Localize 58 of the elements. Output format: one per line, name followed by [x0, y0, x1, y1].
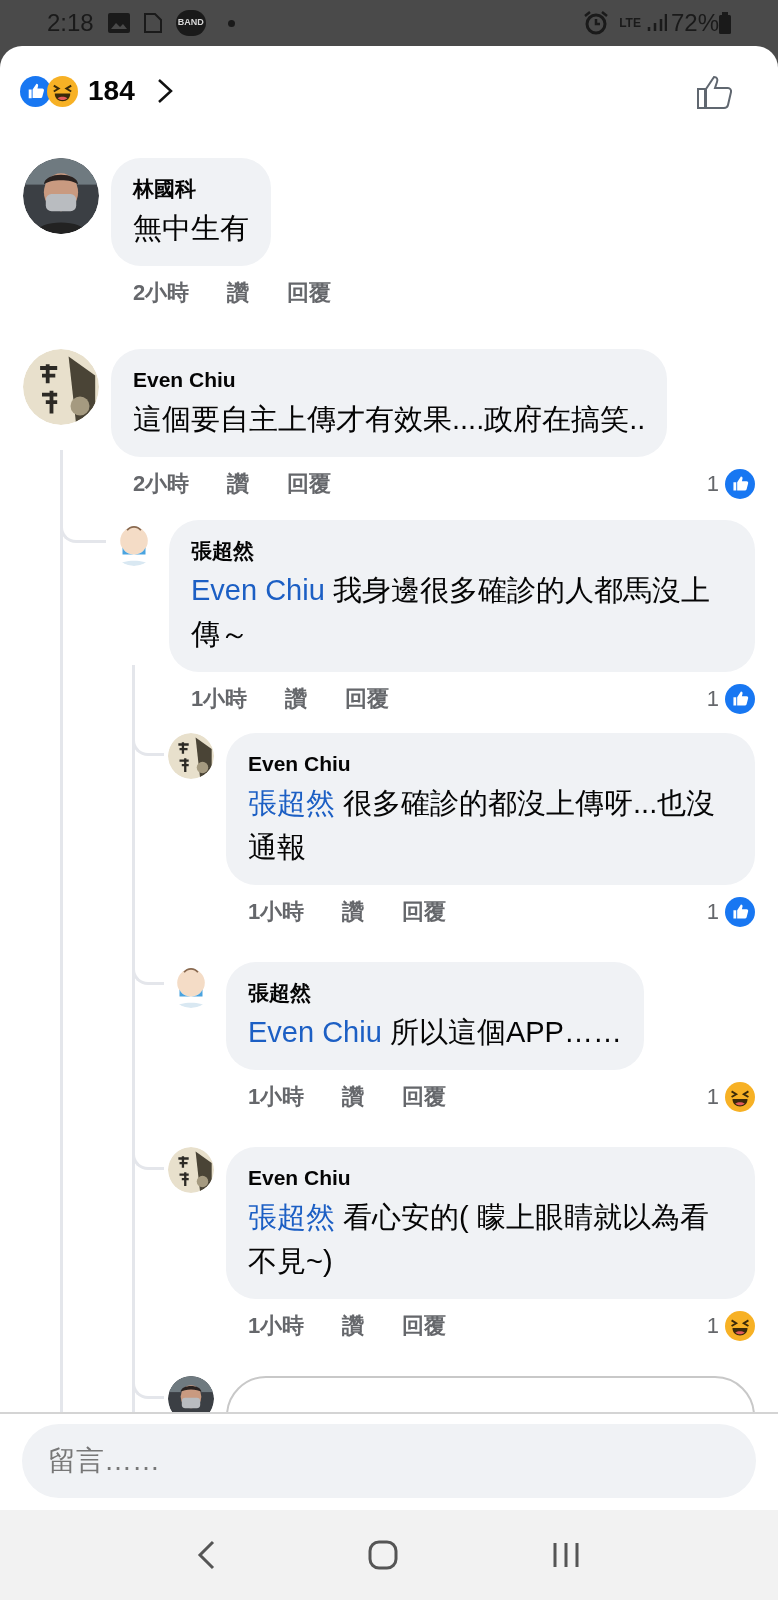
comment-text: 張超然 很多確診的都沒上傳呀...也沒通報	[248, 786, 717, 865]
laughing-icon	[47, 75, 78, 107]
reply-link[interactable]: 回覆	[287, 467, 332, 500]
like-reaction-icon	[725, 683, 755, 714]
recent-apps-icon[interactable]	[551, 1542, 582, 1568]
author-name[interactable]: 張超然	[248, 978, 622, 1008]
like-link[interactable]: 讚	[285, 682, 308, 715]
alarm-icon	[583, 10, 610, 36]
author-name[interactable]: Even Chiu	[248, 749, 733, 779]
author-name[interactable]: 張超然	[191, 536, 733, 566]
reaction-count: 1	[706, 1083, 719, 1111]
comment-time: 1小時	[191, 685, 248, 713]
home-icon[interactable]	[368, 1540, 398, 1570]
comment-time: 1小時	[248, 1312, 305, 1340]
like-link[interactable]: 讚	[342, 1080, 365, 1113]
reply-link[interactable]: 回覆	[402, 1080, 447, 1113]
author-name[interactable]: 林國科	[133, 174, 249, 204]
comment-time: 1小時	[248, 898, 305, 926]
image-icon	[107, 13, 130, 33]
comment-text: 無中生有	[133, 211, 249, 246]
comment-text: 這個要自主上傳才有效果....政府在搞笑..	[133, 402, 646, 437]
author-name[interactable]: Even Chiu	[248, 1163, 733, 1193]
reply-link[interactable]: 回覆	[345, 682, 390, 715]
comment-text: Even Chiu 所以這個APP……	[248, 1015, 622, 1050]
app-icon	[143, 13, 162, 33]
reply-link[interactable]: 回覆	[402, 1309, 447, 1342]
like-icon	[20, 75, 51, 107]
reply-link[interactable]: 回覆	[287, 276, 332, 309]
chevron-right-icon[interactable]	[156, 78, 173, 104]
comment-text: 張超然 看心安的( 矇上眼睛就以為看不見~)	[248, 1200, 710, 1279]
battery-icon	[719, 12, 731, 34]
reaction-count: 1	[706, 1312, 719, 1340]
comment-input[interactable]: 留言……	[22, 1424, 756, 1498]
mention-link[interactable]: Even Chiu	[191, 574, 325, 606]
reaction-count: 1	[706, 685, 719, 713]
mention-link[interactable]: 張超然	[248, 1201, 335, 1233]
reaction-count: 1	[706, 898, 719, 926]
author-name[interactable]: Even Chiu	[133, 365, 646, 395]
like-link[interactable]: 讚	[227, 467, 250, 500]
comment-time: 1小時	[248, 1083, 305, 1111]
mention-link[interactable]: Even Chiu	[248, 1016, 382, 1048]
like-reaction-icon	[725, 896, 755, 927]
signal-icon	[646, 13, 667, 33]
like-link[interactable]: 讚	[227, 276, 250, 309]
laughing-reaction-icon	[725, 1081, 755, 1112]
comment-time: 2小時	[133, 279, 190, 307]
mention-link[interactable]: 張超然	[248, 787, 335, 819]
comment-text: Even Chiu 我身邊很多確診的人都馬沒上傳～	[191, 573, 711, 652]
comment-time: 2小時	[133, 470, 190, 498]
like-link[interactable]: 讚	[342, 1309, 365, 1342]
reaction-total[interactable]: 184	[88, 70, 135, 112]
back-icon[interactable]	[196, 1540, 215, 1570]
band-app-icon: BAND	[175, 10, 206, 36]
reaction-count: 1	[706, 470, 719, 498]
like-reaction-icon	[725, 468, 755, 499]
laughing-reaction-icon	[725, 1310, 755, 1341]
reply-link[interactable]: 回覆	[402, 895, 447, 928]
like-link[interactable]: 讚	[342, 895, 365, 928]
